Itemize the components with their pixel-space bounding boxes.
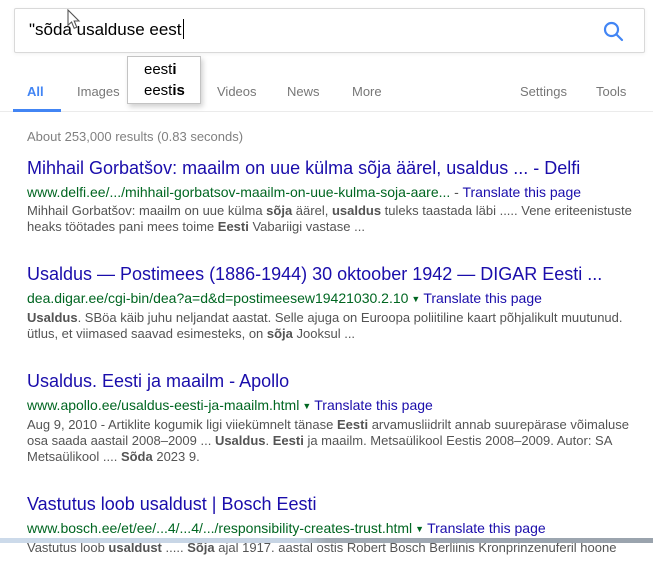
result-dropdown-arrow-icon[interactable]: ▼ xyxy=(411,294,420,304)
translate-link[interactable]: Translate this page xyxy=(423,290,542,306)
translate-link[interactable]: Translate this page xyxy=(427,520,546,536)
search-box[interactable]: "sõda usalduse eest xyxy=(14,8,645,53)
suggestion-typed-part: eest xyxy=(144,61,173,78)
search-query-text: "sõda usalduse eest xyxy=(29,20,182,39)
result-title-link[interactable]: Usaldus — Postimees (1886-1944) 30 oktoo… xyxy=(27,264,653,284)
text-caret xyxy=(182,19,184,39)
result-url-line: www.apollo.ee/usaldus-eesti-ja-maailm.ht… xyxy=(27,397,653,414)
mouse-cursor-icon xyxy=(67,8,81,35)
tab-images[interactable]: Images xyxy=(77,84,120,99)
search-result: Mihhail Gorbatšov: maailm on uue külma s… xyxy=(27,158,653,235)
autocomplete-dropdown: eesti eestis xyxy=(127,56,201,104)
tab-tools[interactable]: Tools xyxy=(596,84,626,99)
autocomplete-suggestion[interactable]: eesti xyxy=(128,59,200,80)
result-dropdown-arrow-icon[interactable]: ▼ xyxy=(415,524,424,534)
search-result: Usaldus — Postimees (1886-1944) 30 oktoo… xyxy=(27,264,653,342)
results-tabbar: All Images Videos News More Settings Too… xyxy=(0,74,653,112)
suggestion-typed-part: eest xyxy=(144,82,173,99)
tab-more[interactable]: More xyxy=(352,84,382,99)
search-result: Usaldus. Eesti ja maailm - Apollo www.ap… xyxy=(27,371,653,465)
translate-link[interactable]: Translate this page xyxy=(314,397,433,413)
result-url: dea.digar.ee/cgi-bin/dea?a=d&d=postimees… xyxy=(27,290,409,306)
result-stats: About 253,000 results (0.83 seconds) xyxy=(27,129,244,144)
result-url: www.delfi.ee/.../mihhail-gorbatsov-maail… xyxy=(27,184,451,200)
suggestion-completion-part: is xyxy=(172,82,185,99)
active-tab-underline xyxy=(13,109,61,112)
result-title-link[interactable]: Mihhail Gorbatšov: maailm on uue külma s… xyxy=(27,158,653,178)
result-snippet: Mihhail Gorbatšov: maailm on uue külma s… xyxy=(27,203,632,234)
result-url-line: www.bosch.ee/et/ee/...4/...4/.../respons… xyxy=(27,520,653,537)
result-dropdown-arrow-icon[interactable]: ▼ xyxy=(302,401,311,411)
horizontal-scrollbar[interactable] xyxy=(0,538,653,543)
url-separator: - xyxy=(454,184,459,200)
result-title-link[interactable]: Vastutus loob usaldust | Bosch Eesti xyxy=(27,494,653,514)
results-list: Mihhail Gorbatšov: maailm on uue külma s… xyxy=(27,158,653,585)
tab-settings[interactable]: Settings xyxy=(520,84,567,99)
tab-videos[interactable]: Videos xyxy=(217,84,257,99)
result-url: www.apollo.ee/usaldus-eesti-ja-maailm.ht… xyxy=(27,397,300,413)
search-input[interactable]: "sõda usalduse eest xyxy=(29,19,184,40)
search-result: Vastutus loob usaldust | Bosch Eesti www… xyxy=(27,494,653,556)
search-icon[interactable] xyxy=(603,21,624,47)
tab-all[interactable]: All xyxy=(27,84,44,99)
suggestion-completion-part: i xyxy=(172,61,177,78)
result-snippet: Aug 9, 2010 - Artiklite kogumik ligi vii… xyxy=(27,417,629,464)
autocomplete-suggestion[interactable]: eestis xyxy=(128,80,200,101)
result-url-line: www.delfi.ee/.../mihhail-gorbatsov-maail… xyxy=(27,184,653,200)
result-url: www.bosch.ee/et/ee/...4/...4/.../respons… xyxy=(27,520,413,536)
result-url-line: dea.digar.ee/cgi-bin/dea?a=d&d=postimees… xyxy=(27,290,653,307)
result-snippet: Usaldus. SBöa käib juhu neljandat aastat… xyxy=(27,310,623,341)
result-title-link[interactable]: Usaldus. Eesti ja maailm - Apollo xyxy=(27,371,653,391)
translate-link[interactable]: Translate this page xyxy=(462,184,581,200)
tab-news[interactable]: News xyxy=(287,84,320,99)
